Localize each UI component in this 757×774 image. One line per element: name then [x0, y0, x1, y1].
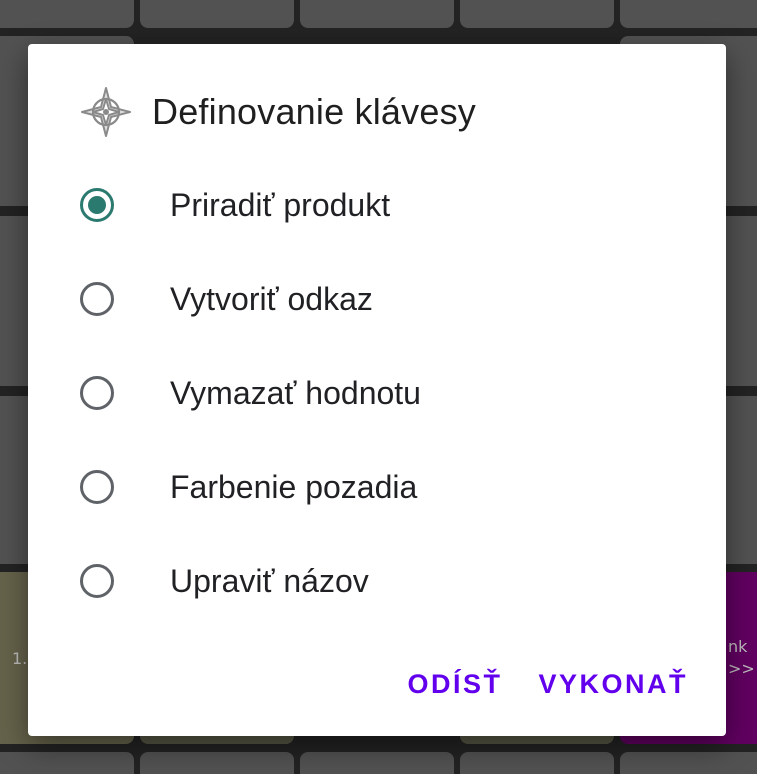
compass-icon	[80, 86, 132, 138]
option-create-link[interactable]: Vytvoriť odkaz	[28, 252, 726, 346]
radio-button-checked[interactable]	[80, 188, 114, 222]
define-key-dialog: Definovanie klávesy Priradiť produkt Vyt…	[28, 44, 726, 736]
radio-button[interactable]	[80, 470, 114, 504]
option-label: Upraviť názov	[170, 562, 369, 599]
option-label: Vymazať hodnotu	[170, 374, 421, 411]
dialog-actions: ODÍSŤ VYKONAŤ	[407, 669, 688, 700]
app-screen: 1. nk >> Definovanie klávesy Priradiť pr…	[0, 0, 757, 774]
option-assign-product[interactable]: Priradiť produkt	[28, 158, 726, 252]
option-edit-name[interactable]: Upraviť názov	[28, 534, 726, 628]
radio-button[interactable]	[80, 564, 114, 598]
option-background-color[interactable]: Farbenie pozadia	[28, 440, 726, 534]
option-label: Farbenie pozadia	[170, 468, 418, 505]
cancel-button[interactable]: ODÍSŤ	[407, 669, 502, 700]
option-clear-value[interactable]: Vymazať hodnotu	[28, 346, 726, 440]
option-label: Priradiť produkt	[170, 186, 391, 223]
radio-button[interactable]	[80, 282, 114, 316]
dialog-header: Definovanie klávesy	[80, 84, 476, 140]
option-label: Vytvoriť odkaz	[170, 280, 373, 317]
radio-button[interactable]	[80, 376, 114, 410]
confirm-button[interactable]: VYKONAŤ	[538, 669, 688, 700]
dialog-title: Definovanie klávesy	[152, 91, 476, 132]
